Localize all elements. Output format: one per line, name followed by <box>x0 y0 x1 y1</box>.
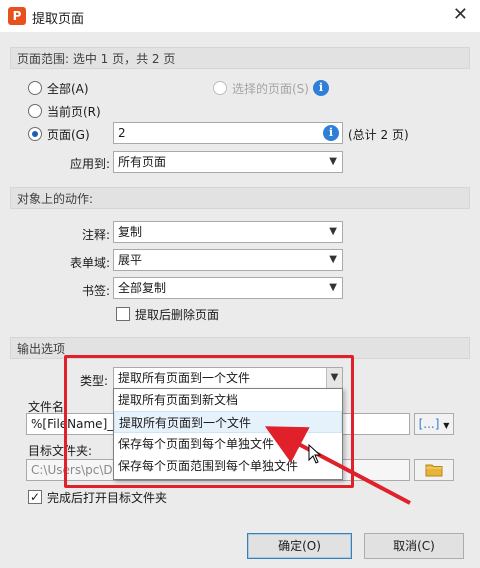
annotation-arrow-icon <box>264 426 411 505</box>
mouse-cursor-icon <box>308 444 322 464</box>
ok-button[interactable]: 确定(O) <box>247 533 352 559</box>
cancel-button[interactable]: 取消(C) <box>364 533 464 559</box>
